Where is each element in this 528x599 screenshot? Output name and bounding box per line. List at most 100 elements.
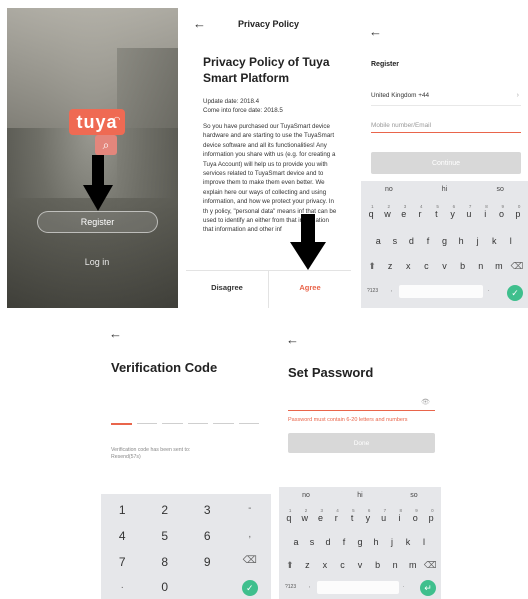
suggestion-item[interactable]: hi: [333, 487, 387, 504]
key-v[interactable]: v: [435, 261, 453, 272]
key-a[interactable]: a: [288, 537, 304, 547]
key-y[interactable]: y6: [360, 508, 376, 523]
key-t[interactable]: t5: [428, 204, 444, 219]
space-bar[interactable]: [317, 581, 399, 594]
suggestion-item[interactable]: hi: [417, 181, 473, 198]
shift-key-icon[interactable]: ⬆: [363, 261, 381, 272]
agree-button[interactable]: Agree: [269, 283, 351, 292]
password-input[interactable]: [288, 397, 435, 411]
keypad-key[interactable]: ,: [229, 529, 272, 543]
period-key[interactable]: .: [488, 287, 489, 293]
key-n[interactable]: n: [472, 261, 490, 272]
keypad-key[interactable]: 0: [144, 580, 187, 596]
symbols-key[interactable]: ?123: [285, 584, 296, 590]
key-w[interactable]: w2: [297, 508, 313, 523]
backspace-key-icon[interactable]: ⌫: [229, 555, 272, 569]
key-t[interactable]: t5: [344, 508, 360, 523]
key-s[interactable]: s: [304, 537, 320, 547]
key-b[interactable]: b: [454, 261, 472, 272]
key-q[interactable]: q1: [281, 508, 297, 523]
key-s[interactable]: s: [387, 236, 404, 246]
key-x[interactable]: x: [316, 560, 334, 571]
key-r[interactable]: r4: [412, 204, 428, 219]
key-x[interactable]: x: [399, 261, 417, 272]
backspace-key-icon[interactable]: ⌫: [508, 261, 526, 272]
key-d[interactable]: d: [403, 236, 420, 246]
login-link[interactable]: Log in: [67, 257, 127, 267]
keypad-key[interactable]: 8: [144, 555, 187, 569]
key-o[interactable]: o9: [407, 508, 423, 523]
key-u[interactable]: u7: [461, 204, 477, 219]
key-u[interactable]: u7: [376, 508, 392, 523]
key-r[interactable]: r4: [328, 508, 344, 523]
backspace-key-icon[interactable]: ⌫: [422, 560, 440, 571]
key-a[interactable]: a: [370, 236, 387, 246]
eye-icon[interactable]: 👁: [421, 398, 430, 406]
key-i[interactable]: i8: [392, 508, 408, 523]
key-i[interactable]: i8: [477, 204, 493, 219]
key-q[interactable]: q1: [363, 204, 379, 219]
key-j[interactable]: j: [469, 236, 486, 246]
suggestion-item[interactable]: no: [361, 181, 417, 198]
register-button[interactable]: Register: [37, 211, 158, 233]
back-arrow-icon[interactable]: ←: [369, 24, 382, 39]
key-g[interactable]: g: [352, 537, 368, 547]
key-l[interactable]: l: [416, 537, 432, 547]
key-g[interactable]: g: [436, 236, 453, 246]
resend-link[interactable]: Resend(57s): [111, 454, 190, 461]
keypad-key[interactable]: 5: [144, 529, 187, 543]
suggestion-item[interactable]: no: [279, 487, 333, 504]
key-e[interactable]: e3: [313, 508, 329, 523]
suggestion-item[interactable]: so: [472, 181, 528, 198]
key-m[interactable]: m: [490, 261, 508, 272]
space-bar[interactable]: [399, 285, 483, 298]
key-c[interactable]: c: [417, 261, 435, 272]
comma-key[interactable]: ,: [309, 583, 310, 589]
key-f[interactable]: f: [420, 236, 437, 246]
key-e[interactable]: e3: [396, 204, 412, 219]
key-d[interactable]: d: [320, 537, 336, 547]
key-p[interactable]: p0: [423, 508, 439, 523]
key-n[interactable]: n: [386, 560, 404, 571]
key-o[interactable]: o9: [493, 204, 509, 219]
confirm-icon[interactable]: ✓: [241, 580, 258, 596]
mobile-email-input[interactable]: [371, 118, 521, 133]
country-selector[interactable]: United Kingdom +44 ›: [371, 92, 521, 106]
keypad-key[interactable]: 6: [186, 529, 229, 543]
keypad-key[interactable]: .: [101, 580, 144, 596]
keypad-key[interactable]: 7: [101, 555, 144, 569]
suggestion-item[interactable]: so: [387, 487, 441, 504]
done-button[interactable]: Done: [288, 433, 435, 453]
key-f[interactable]: f: [336, 537, 352, 547]
key-p[interactable]: p0: [510, 204, 526, 219]
key-k[interactable]: k: [486, 236, 503, 246]
key-h[interactable]: h: [453, 236, 470, 246]
keypad-key[interactable]: 4: [101, 529, 144, 543]
ok-button[interactable]: ✓: [507, 285, 523, 301]
code-input[interactable]: [111, 423, 259, 425]
key-b[interactable]: b: [369, 560, 387, 571]
key-c[interactable]: c: [334, 560, 352, 571]
symbols-key[interactable]: ?123: [367, 288, 378, 294]
back-arrow-icon[interactable]: ←: [286, 332, 299, 347]
keypad-key[interactable]: 2: [144, 503, 187, 517]
key-v[interactable]: v: [351, 560, 369, 571]
enter-button[interactable]: ↵: [420, 580, 436, 596]
back-arrow-icon[interactable]: ←: [109, 326, 122, 341]
keypad-key[interactable]: -: [229, 503, 272, 517]
keypad-key[interactable]: 3: [186, 503, 229, 517]
key-l[interactable]: l: [503, 236, 520, 246]
disagree-button[interactable]: Disagree: [186, 283, 268, 292]
key-m[interactable]: m: [404, 560, 422, 571]
shift-key-icon[interactable]: ⬆: [281, 560, 299, 571]
keypad-key[interactable]: 1: [101, 503, 144, 517]
keypad-key[interactable]: 9: [186, 555, 229, 569]
key-k[interactable]: k: [400, 537, 416, 547]
key-z[interactable]: z: [381, 261, 399, 272]
key-j[interactable]: j: [384, 537, 400, 547]
continue-button[interactable]: Continue: [371, 152, 521, 174]
key-w[interactable]: w2: [379, 204, 395, 219]
key-y[interactable]: y6: [444, 204, 460, 219]
comma-key[interactable]: ,: [391, 287, 392, 293]
period-key[interactable]: .: [403, 583, 404, 589]
